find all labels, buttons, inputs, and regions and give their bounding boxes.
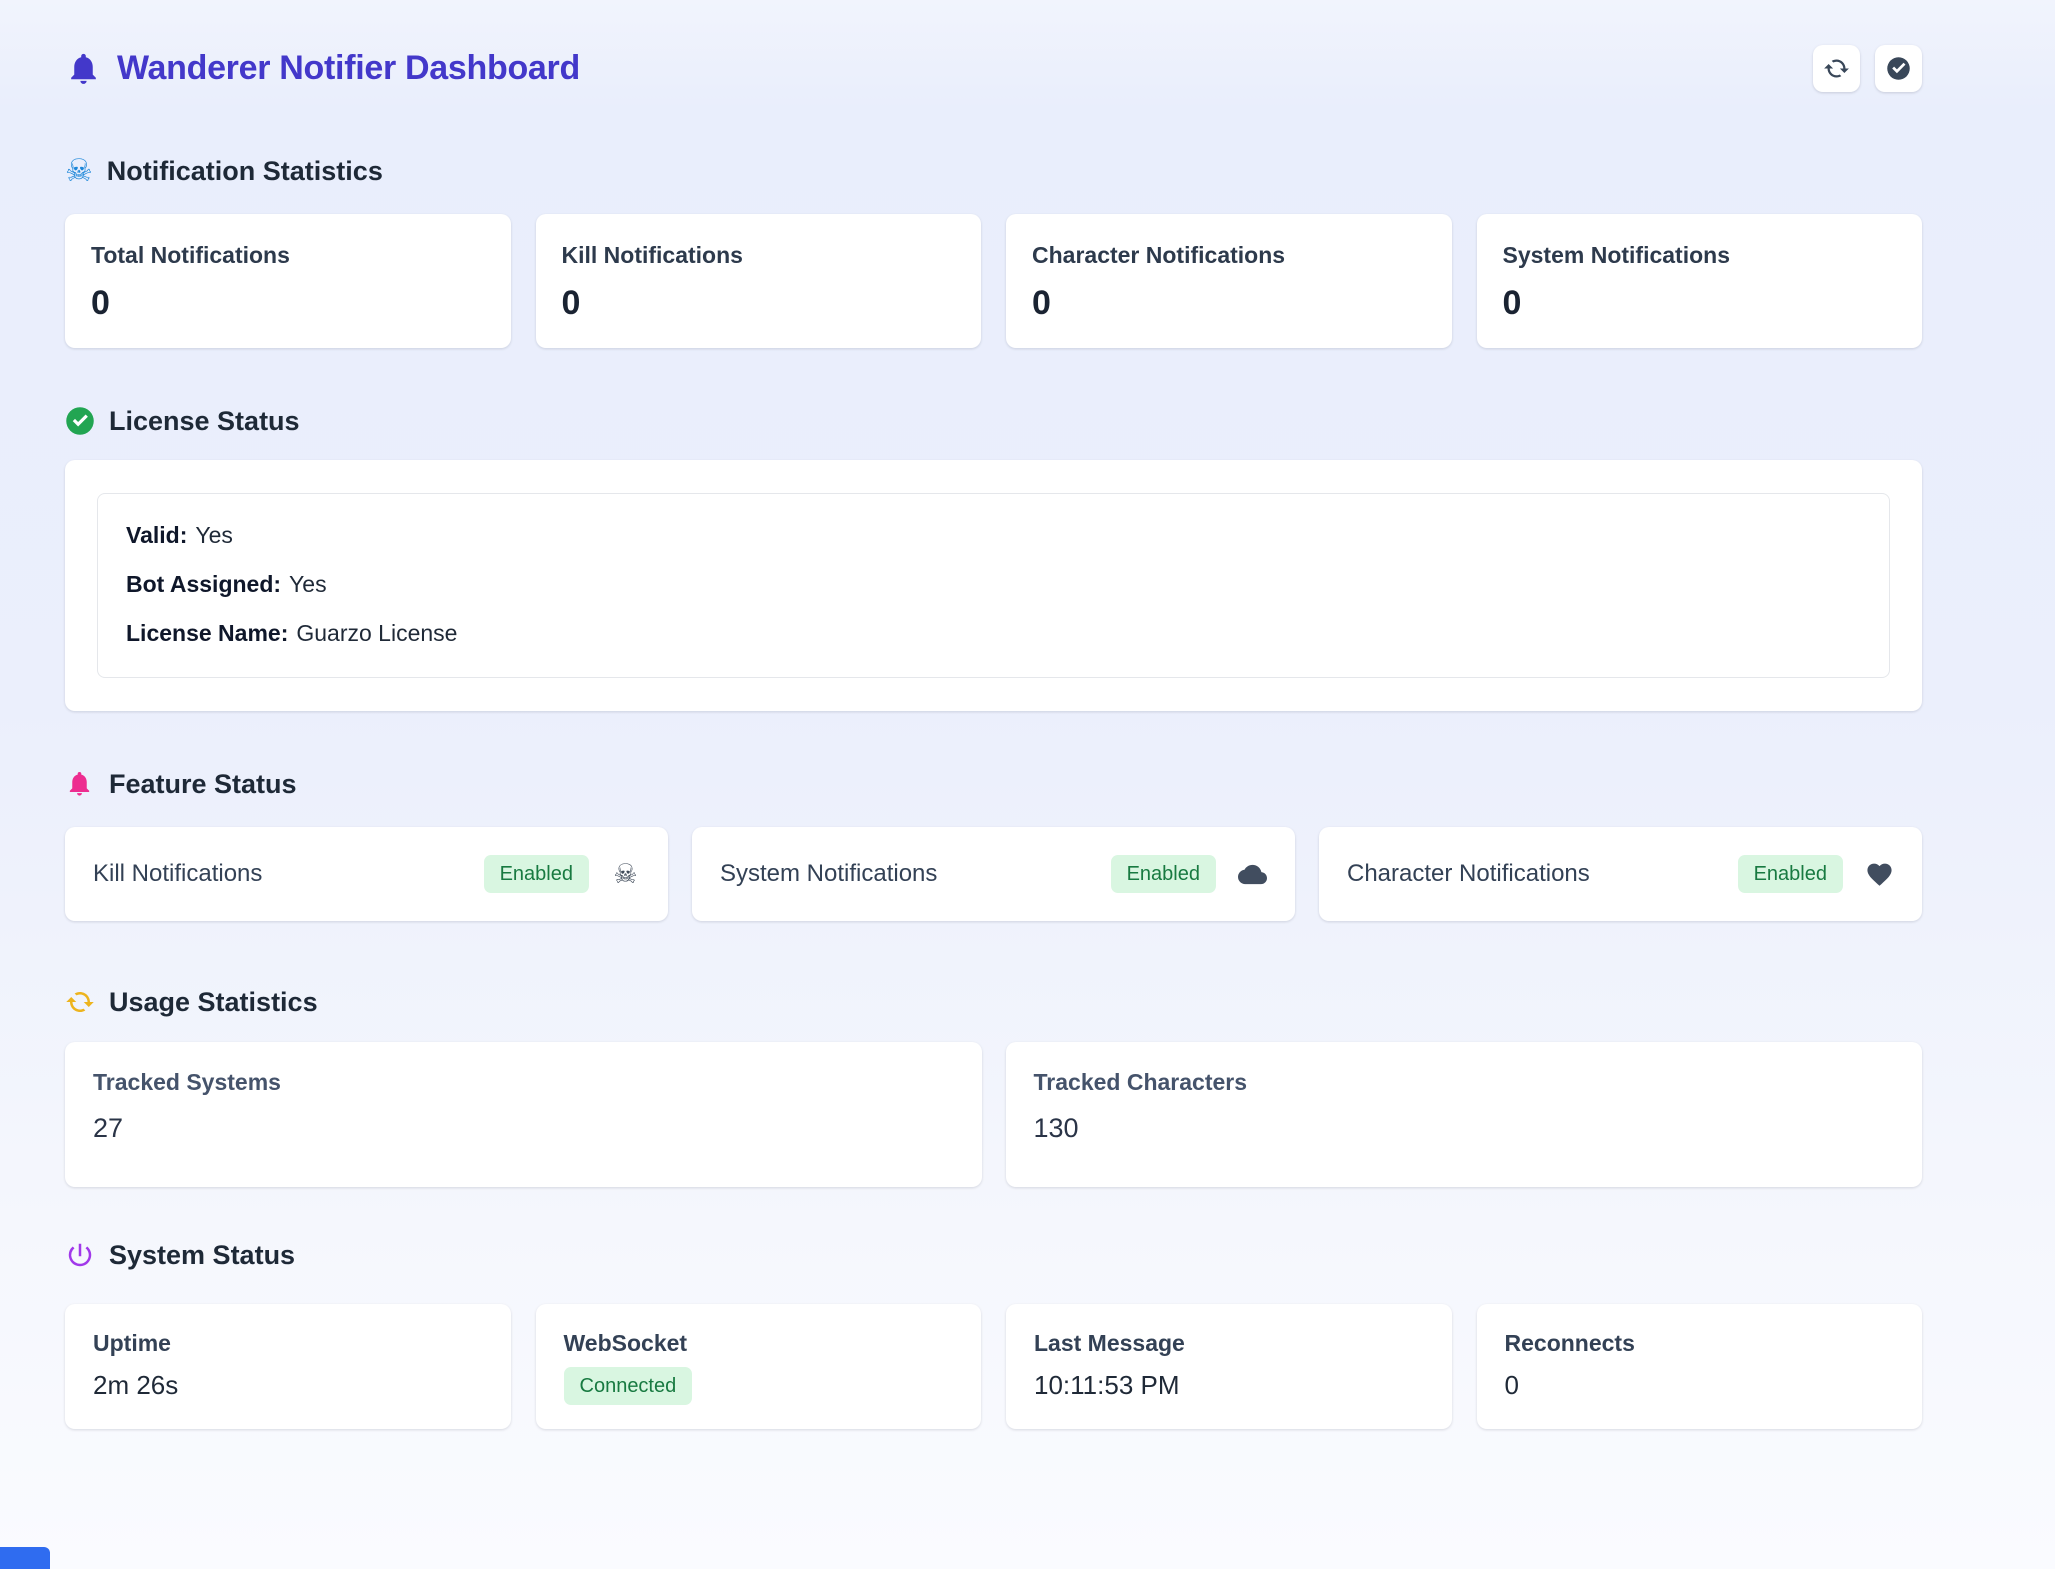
toolbar [1813, 45, 1922, 92]
cloud-icon [1238, 860, 1267, 889]
system-card-reconnects: Reconnects 0 [1477, 1304, 1923, 1429]
system-status-grid: Uptime 2m 26s WebSocket Connected Last M… [65, 1304, 1922, 1429]
confirm-button[interactable] [1875, 45, 1922, 92]
license-field-valid: Valid: Yes [126, 520, 1861, 550]
stat-value: 0 [1032, 284, 1426, 323]
section-system-status-heading: System Status [65, 1236, 1922, 1274]
dashboard-page: Wanderer Notifier Dashboard [0, 0, 2055, 1569]
usage-label: Tracked Systems [93, 1069, 954, 1096]
refresh-icon [1823, 55, 1850, 82]
system-value: 0 [1505, 1370, 1895, 1401]
license-field-license-name: License Name: Guarzo License [126, 618, 1861, 648]
section-notification-statistics-heading: ☠ Notification Statistics [65, 152, 1922, 190]
system-label: Uptime [93, 1330, 483, 1357]
license-field-bot-assigned: Bot Assigned: Yes [126, 569, 1861, 599]
section-license-status-heading: License Status [65, 402, 1922, 440]
license-field-value: Yes [289, 571, 327, 597]
usage-card-tracked-characters: Tracked Characters 130 [1006, 1042, 1923, 1187]
stat-value: 0 [562, 284, 956, 323]
feature-label: Kill Notifications [93, 860, 484, 888]
section-title: License Status [109, 406, 300, 437]
license-field-label: License Name: [126, 620, 288, 646]
section-feature-status-heading: Feature Status [65, 765, 1922, 803]
system-card-last-message: Last Message 10:11:53 PM [1006, 1304, 1452, 1429]
enabled-badge: Enabled [1111, 855, 1216, 893]
feature-label: System Notifications [720, 860, 1111, 888]
system-value: 10:11:53 PM [1034, 1370, 1424, 1401]
power-icon [65, 1240, 95, 1270]
license-field-value: Yes [195, 522, 233, 548]
license-field-value: Guarzo License [296, 620, 457, 646]
feature-card-system-notifications: System Notifications Enabled [692, 827, 1295, 921]
bell-pink-icon [65, 769, 95, 799]
stat-value: 0 [91, 284, 485, 323]
stat-label: Kill Notifications [562, 242, 956, 269]
check-circle-icon [1885, 55, 1912, 82]
feature-card-kill-notifications: Kill Notifications Enabled ☠ [65, 827, 668, 921]
connected-badge: Connected [564, 1367, 693, 1405]
section-title: Usage Statistics [109, 987, 318, 1018]
license-field-label: Bot Assigned: [126, 571, 281, 597]
bell-icon [65, 50, 102, 87]
page-title: Wanderer Notifier Dashboard [117, 49, 580, 88]
skull-crossbones-icon: ☠ [65, 156, 93, 187]
skull-crossbones-icon: ☠ [611, 860, 640, 889]
stat-label: Total Notifications [91, 242, 485, 269]
stat-card-character-notifications: Character Notifications 0 [1006, 214, 1452, 348]
stat-label: Character Notifications [1032, 242, 1426, 269]
section-title: Notification Statistics [107, 156, 383, 187]
stat-label: System Notifications [1503, 242, 1897, 269]
heart-icon [1865, 860, 1894, 889]
bottom-left-partial-element[interactable] [0, 1547, 50, 1569]
license-card: Valid: Yes Bot Assigned: Yes License Name:… [65, 460, 1922, 711]
system-card-uptime: Uptime 2m 26s [65, 1304, 511, 1429]
usage-value: 130 [1034, 1113, 1895, 1144]
check-circle-green-icon [65, 406, 95, 436]
enabled-badge: Enabled [1738, 855, 1843, 893]
stat-card-system-notifications: System Notifications 0 [1477, 214, 1923, 348]
feature-label: Character Notifications [1347, 860, 1738, 888]
stat-card-total-notifications: Total Notifications 0 [65, 214, 511, 348]
stat-value: 0 [1503, 284, 1897, 323]
section-title: Feature Status [109, 769, 297, 800]
system-label: WebSocket [564, 1330, 954, 1357]
section-title: System Status [109, 1240, 295, 1271]
stat-card-kill-notifications: Kill Notifications 0 [536, 214, 982, 348]
system-value: 2m 26s [93, 1370, 483, 1401]
usage-label: Tracked Characters [1034, 1069, 1895, 1096]
license-details-box: Valid: Yes Bot Assigned: Yes License Name:… [97, 493, 1890, 678]
notification-stats-grid: Total Notifications 0 Kill Notifications… [65, 214, 1922, 348]
feature-card-character-notifications: Character Notifications Enabled [1319, 827, 1922, 921]
refresh-button[interactable] [1813, 45, 1860, 92]
feature-status-grid: Kill Notifications Enabled ☠ System Noti… [65, 827, 1922, 921]
usage-card-tracked-systems: Tracked Systems 27 [65, 1042, 982, 1187]
section-usage-statistics-heading: Usage Statistics [65, 983, 1922, 1021]
system-label: Last Message [1034, 1330, 1424, 1357]
system-card-websocket: WebSocket Connected [536, 1304, 982, 1429]
refresh-amber-icon [65, 987, 95, 1017]
license-field-label: Valid: [126, 522, 187, 548]
usage-value: 27 [93, 1113, 954, 1144]
usage-statistics-grid: Tracked Systems 27 Tracked Characters 13… [65, 1042, 1922, 1187]
header: Wanderer Notifier Dashboard [65, 40, 1922, 96]
enabled-badge: Enabled [484, 855, 589, 893]
system-label: Reconnects [1505, 1330, 1895, 1357]
